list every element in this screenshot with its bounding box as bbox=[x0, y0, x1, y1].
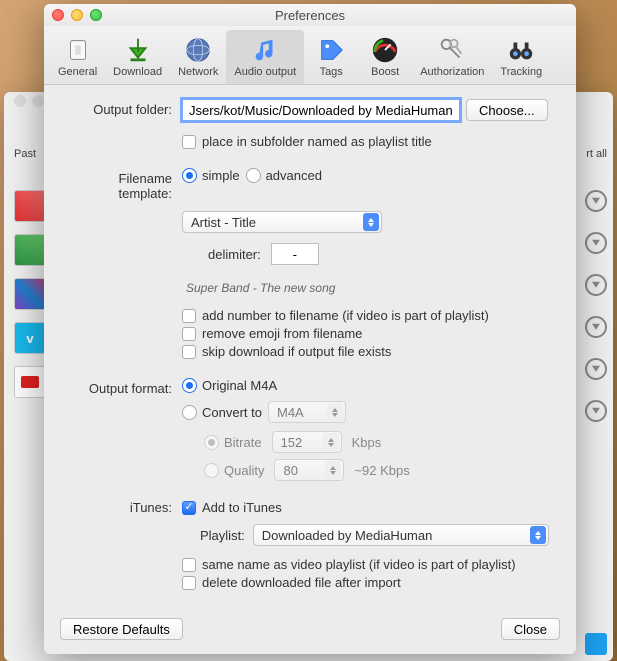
output-folder-label: Output folder: bbox=[62, 99, 182, 117]
globe-icon bbox=[182, 34, 214, 66]
bitrate-select[interactable]: 152 bbox=[272, 431, 342, 453]
quality-hint: ~92 Kbps bbox=[354, 463, 409, 478]
tab-authorization[interactable]: Authorization bbox=[412, 30, 492, 84]
tab-label: Audio output bbox=[234, 66, 296, 78]
tag-icon bbox=[315, 34, 347, 66]
tab-tracking[interactable]: Tracking bbox=[492, 30, 550, 84]
bitrate-unit: Kbps bbox=[352, 435, 382, 450]
window-close-button[interactable] bbox=[52, 9, 64, 21]
add-to-itunes-checkbox[interactable]: Add to iTunes bbox=[182, 500, 558, 515]
titlebar: Preferences bbox=[44, 4, 576, 26]
tab-general[interactable]: General bbox=[50, 30, 105, 84]
tab-download[interactable]: Download bbox=[105, 30, 170, 84]
close-button[interactable]: Close bbox=[501, 618, 560, 640]
binoculars-icon bbox=[505, 34, 537, 66]
window-zoom-button[interactable] bbox=[90, 9, 102, 21]
preferences-window: Preferences General Download Network Aud… bbox=[44, 4, 576, 654]
music-icon bbox=[249, 34, 281, 66]
tab-boost[interactable]: Boost bbox=[358, 30, 412, 84]
tab-label: Tags bbox=[320, 66, 343, 78]
tab-label: Authorization bbox=[420, 66, 484, 78]
bg-thumbnails: v bbox=[14, 190, 46, 398]
delimiter-label: delimiter: bbox=[208, 247, 261, 262]
toolbar: General Download Network Audio output Ta… bbox=[44, 26, 576, 85]
add-number-checkbox[interactable]: add number to filename (if video is part… bbox=[182, 308, 558, 323]
tab-label: Network bbox=[178, 66, 218, 78]
footer: Restore Defaults Close bbox=[44, 610, 576, 654]
convert-format-select[interactable]: M4A bbox=[268, 401, 346, 423]
subfolder-checkbox[interactable]: place in subfolder named as playlist tit… bbox=[182, 134, 558, 149]
delimiter-input[interactable] bbox=[271, 243, 319, 265]
window-minimize-button[interactable] bbox=[71, 9, 83, 21]
radio-bitrate[interactable]: Bitrate bbox=[204, 435, 262, 450]
playlist-label: Playlist: bbox=[200, 528, 245, 543]
checkbox-label: place in subfolder named as playlist tit… bbox=[202, 134, 432, 149]
bg-rtall-label: rt all bbox=[586, 148, 607, 160]
output-folder-input[interactable] bbox=[182, 99, 460, 121]
same-name-checkbox[interactable]: same name as video playlist (if video is… bbox=[182, 557, 558, 572]
tab-audio-output[interactable]: Audio output bbox=[226, 30, 304, 84]
tab-label: Tracking bbox=[500, 66, 542, 78]
download-icon bbox=[122, 34, 154, 66]
gauge-icon bbox=[369, 34, 401, 66]
tab-label: Boost bbox=[371, 66, 399, 78]
skip-download-checkbox[interactable]: skip download if output file exists bbox=[182, 344, 558, 359]
twitter-icon bbox=[585, 633, 607, 655]
filename-template-label: Filename template: bbox=[62, 168, 182, 201]
output-format-label: Output format: bbox=[62, 378, 182, 396]
bg-paste-label: Past bbox=[14, 148, 36, 160]
radio-quality[interactable]: Quality bbox=[204, 463, 264, 478]
radio-advanced[interactable]: advanced bbox=[246, 168, 322, 183]
tab-network[interactable]: Network bbox=[170, 30, 226, 84]
radio-convert[interactable]: Convert to bbox=[182, 405, 262, 420]
tab-label: General bbox=[58, 66, 97, 78]
remove-emoji-checkbox[interactable]: remove emoji from filename bbox=[182, 326, 558, 341]
tab-tags[interactable]: Tags bbox=[304, 30, 358, 84]
filename-template-select[interactable]: Artist - Title bbox=[182, 211, 382, 233]
radio-original[interactable]: Original M4A bbox=[182, 378, 558, 393]
radio-simple[interactable]: simple bbox=[182, 168, 240, 183]
itunes-label: iTunes: bbox=[62, 497, 182, 515]
restore-defaults-button[interactable]: Restore Defaults bbox=[60, 618, 183, 640]
quality-select[interactable]: 80 bbox=[274, 459, 344, 481]
choose-folder-button[interactable]: Choose... bbox=[466, 99, 548, 121]
filename-sample: Super Band - The new song bbox=[186, 281, 558, 295]
switch-icon bbox=[62, 34, 94, 66]
keys-icon bbox=[436, 34, 468, 66]
content-pane: Output folder: Choose... place in subfol… bbox=[44, 85, 576, 610]
window-title: Preferences bbox=[44, 8, 576, 23]
delete-after-checkbox[interactable]: delete downloaded file after import bbox=[182, 575, 558, 590]
playlist-select[interactable]: Downloaded by MediaHuman bbox=[253, 524, 549, 546]
bg-download-icons bbox=[585, 190, 607, 422]
tab-label: Download bbox=[113, 66, 162, 78]
